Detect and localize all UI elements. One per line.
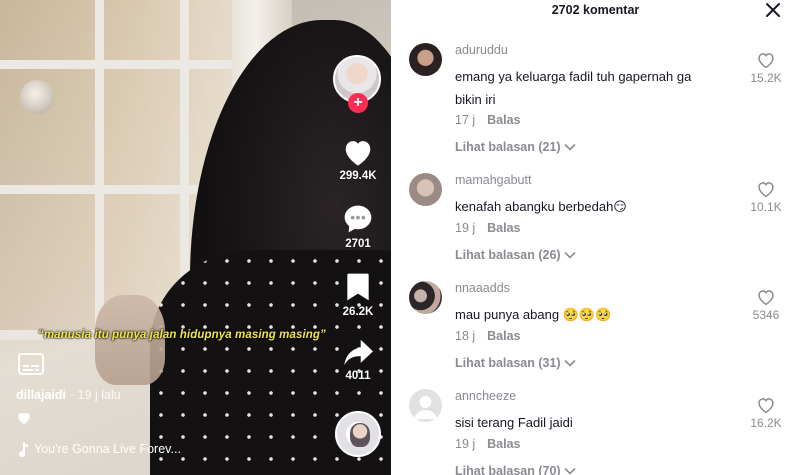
like-count: 299.4K	[339, 170, 377, 182]
comment-text: kenafah abangku berbedah😏	[455, 199, 627, 214]
view-replies-button[interactable]: Lihat balasan (70)	[455, 464, 576, 475]
comments-panel: 2702 komentar aduruddu emang ya keluarga…	[391, 0, 800, 475]
view-replies-label: Lihat balasan (26)	[455, 248, 561, 262]
comment-time: 19 j	[455, 221, 476, 235]
comment-time: 19 j	[455, 437, 476, 451]
video-caption: “manusia itu punya jalan hidupnya masing…	[38, 329, 326, 341]
music-title: You're Gonna Live Forev...	[34, 442, 181, 456]
bookmark-icon	[347, 273, 369, 301]
comment-like-count: 15.2K	[750, 71, 782, 85]
chevron-down-icon	[564, 467, 576, 475]
comment-like-count: 10.1K	[750, 200, 782, 214]
video-author[interactable]: dillajaidi · 19 j lalu	[16, 388, 121, 402]
bookmark-button[interactable]: 26.2K	[331, 271, 385, 318]
share-arrow-icon	[344, 339, 373, 365]
comment-time: 17 j	[455, 113, 476, 127]
comment-like-count: 16.2K	[750, 416, 782, 430]
comment-meta: 17 j Balas	[455, 113, 521, 127]
reply-button[interactable]: Balas	[487, 113, 520, 127]
commenter-avatar[interactable]	[409, 281, 442, 314]
reply-button[interactable]: Balas	[487, 437, 520, 451]
comment-count: 2701	[345, 238, 371, 250]
reply-button[interactable]: Balas	[487, 221, 520, 235]
share-count: 4011	[345, 370, 371, 382]
view-replies-label: Lihat balasan (70)	[455, 464, 561, 475]
default-avatar-icon	[414, 396, 437, 419]
reply-button[interactable]: Balas	[487, 329, 520, 343]
comment-username[interactable]: nnaaadds	[455, 281, 510, 295]
share-button[interactable]: 4011	[331, 337, 385, 382]
creator-avatar-button[interactable]: +	[333, 55, 383, 113]
comment-icon	[344, 205, 372, 233]
view-replies-label: Lihat balasan (31)	[455, 356, 561, 370]
comment-username[interactable]: mamahgabutt	[455, 173, 531, 187]
ceiling-lamp	[20, 80, 54, 114]
view-replies-button[interactable]: Lihat balasan (21)	[455, 140, 576, 154]
heart-outline-icon	[758, 53, 774, 69]
chevron-down-icon	[564, 251, 576, 259]
music-disc-avatar	[350, 423, 370, 447]
view-replies-button[interactable]: Lihat balasan (31)	[455, 356, 576, 370]
view-replies-label: Lihat balasan (21)	[455, 140, 561, 154]
post-time: · 19 j lalu	[70, 388, 121, 402]
bookmark-count: 26.2K	[342, 306, 374, 318]
heart-outline-icon	[758, 290, 774, 306]
video-player[interactable]: “manusia itu punya jalan hidupnya masing…	[0, 0, 391, 475]
comments-header: 2702 komentar	[391, 0, 800, 24]
close-icon[interactable]	[764, 1, 782, 19]
window-pane-divider	[95, 0, 104, 340]
chevron-down-icon	[564, 359, 576, 367]
comments-count-title: 2702 komentar	[551, 3, 640, 17]
comment-username[interactable]: aduruddu	[455, 43, 508, 57]
commenter-avatar[interactable]	[409, 43, 442, 76]
window-pane-divider	[0, 60, 260, 69]
comment-like-button[interactable]: 16.2K	[746, 396, 786, 430]
comment-like-button[interactable]: 15.2K	[746, 51, 786, 85]
comment-time: 18 j	[455, 329, 476, 343]
captions-icon[interactable]	[18, 353, 44, 375]
comment-text: emang ya keluarga fadil tuh gapernah ga …	[455, 69, 692, 107]
follow-plus-icon[interactable]: +	[348, 93, 368, 113]
comment-like-button[interactable]: 5346	[746, 288, 786, 322]
music-track[interactable]: You're Gonna Live Forev...	[16, 441, 181, 457]
commenter-avatar[interactable]	[409, 389, 442, 422]
comment-button[interactable]: 2701	[331, 203, 385, 250]
comment-like-count: 5346	[752, 308, 780, 322]
chevron-down-icon	[564, 143, 576, 151]
music-note-icon	[19, 442, 28, 457]
comment-text: sisi terang Fadil jaidi	[455, 415, 573, 430]
heart-icon	[345, 141, 371, 166]
view-replies-button[interactable]: Lihat balasan (26)	[455, 248, 576, 262]
music-disc[interactable]	[335, 411, 381, 457]
comment-like-button[interactable]: 10.1K	[746, 180, 786, 214]
small-heart-icon	[18, 412, 30, 425]
comment-meta: 18 j Balas	[455, 329, 521, 343]
heart-outline-icon	[758, 182, 774, 198]
heart-outline-icon	[758, 398, 774, 414]
commenter-avatar[interactable]	[409, 173, 442, 206]
author-username[interactable]: dillajaidi	[16, 388, 66, 402]
comment-username[interactable]: anncheeze	[455, 389, 516, 403]
comment-meta: 19 j Balas	[455, 221, 521, 235]
comment-text: mau punya abang 🥺🥺🥺	[455, 307, 612, 322]
comment-meta: 19 j Balas	[455, 437, 521, 451]
like-button[interactable]: 299.4K	[331, 137, 385, 182]
